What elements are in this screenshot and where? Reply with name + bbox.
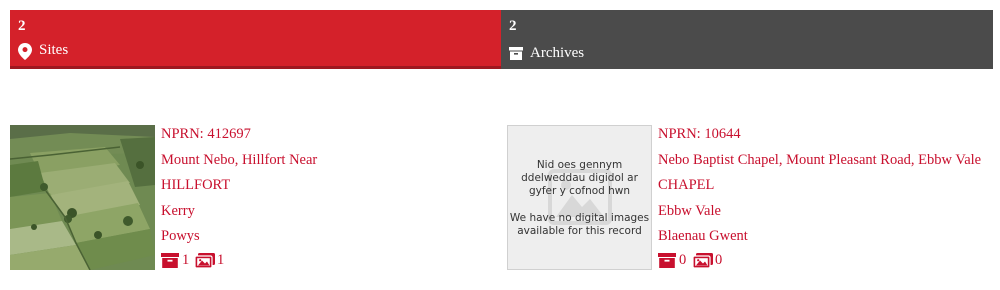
result-card: Nid oes gennym ddelweddau digidol ar gyf… [507,125,992,270]
archives-label: Archives [530,45,585,61]
archive-box-icon [658,253,676,268]
results-tabs: 2 Sites 2 Archives [10,10,993,69]
sites-count: 2 [18,18,26,34]
image-count: 0 [715,252,723,268]
result-card: NPRN: 412697 Mount Nebo, Hillfort Near H… [10,125,490,270]
aerial-photo-thumbnail[interactable] [10,125,155,270]
placeholder-text-english: We have no digital images available for … [509,212,650,237]
archive-box-icon [509,47,523,60]
images-icon [693,253,713,268]
nprn-link[interactable]: NPRN: 10644 [658,125,741,143]
images-icon [195,253,215,268]
nprn-link[interactable]: NPRN: 412697 [161,125,251,143]
site-type[interactable]: HILLFORT [161,176,230,194]
sites-label: Sites [39,42,69,58]
community[interactable]: Kerry [161,202,195,220]
site-type[interactable]: CHAPEL [658,176,714,194]
archive-count: 0 [679,252,687,268]
site-name-link[interactable]: Nebo Baptist Chapel, Mount Pleasant Road… [658,151,981,169]
map-pin-icon [18,43,32,60]
archive-box-icon [161,253,179,268]
community[interactable]: Ebbw Vale [658,202,721,220]
aerial-photo-fields-image [10,125,155,270]
site-name-link[interactable]: Mount Nebo, Hillfort Near [161,151,317,169]
no-image-placeholder: Nid oes gennym ddelweddau digidol ar gyf… [507,125,652,270]
archives-count: 2 [509,18,517,34]
placeholder-text-welsh: Nid oes gennym ddelweddau digidol ar gyf… [521,159,638,197]
image-count: 1 [217,252,225,268]
county[interactable]: Blaenau Gwent [658,227,748,245]
archive-count: 1 [182,252,190,268]
tab-sites[interactable]: 2 Sites [10,10,501,69]
county[interactable]: Powys [161,227,200,245]
tab-archives[interactable]: 2 Archives [501,10,993,69]
